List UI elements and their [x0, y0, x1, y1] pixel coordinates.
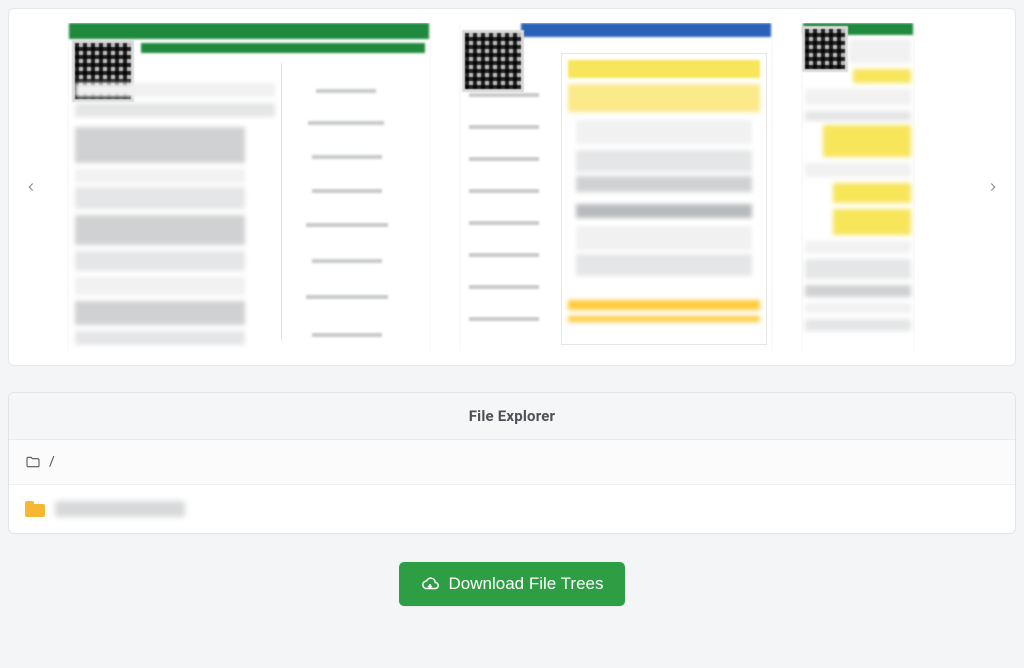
file-row-folder[interactable]	[9, 485, 1015, 533]
chevron-left-icon	[24, 180, 38, 194]
qr-code-icon	[805, 29, 845, 69]
preview-yellow-catalog[interactable]	[461, 23, 771, 351]
download-section: Download File Trees	[8, 562, 1016, 606]
file-name-redacted	[55, 501, 185, 517]
carousel-track	[17, 23, 1007, 351]
carousel-prev-button[interactable]	[17, 173, 45, 201]
file-explorer-title: File Explorer	[9, 393, 1015, 440]
image-carousel	[8, 8, 1016, 366]
carousel-next-button[interactable]	[979, 173, 1007, 201]
breadcrumb[interactable]: /	[9, 440, 1015, 485]
download-button-label: Download File Trees	[449, 574, 604, 594]
file-explorer: File Explorer /	[8, 392, 1016, 534]
cloud-download-icon	[421, 575, 439, 593]
folder-outline-icon	[25, 454, 41, 470]
chevron-right-icon	[986, 180, 1000, 194]
preview-expenses-sheet[interactable]	[803, 23, 913, 351]
download-file-trees-button[interactable]: Download File Trees	[399, 562, 626, 606]
qr-code-icon	[465, 33, 521, 89]
folder-icon	[25, 501, 45, 517]
preview-spreadsheet-appraisal[interactable]	[69, 23, 429, 351]
breadcrumb-root: /	[49, 454, 55, 470]
